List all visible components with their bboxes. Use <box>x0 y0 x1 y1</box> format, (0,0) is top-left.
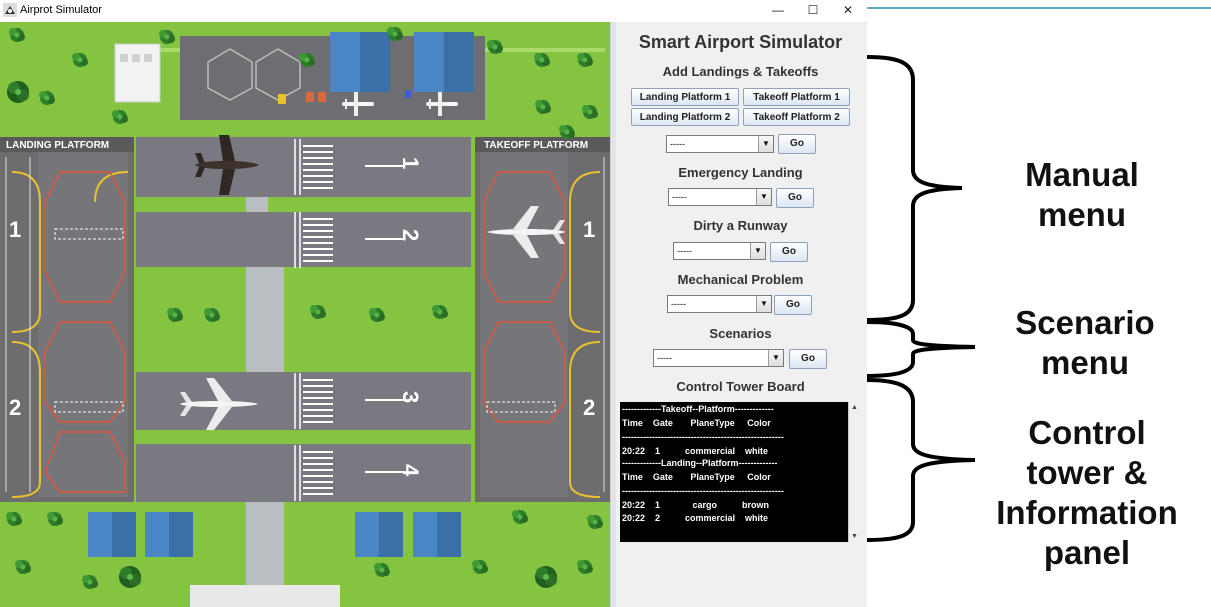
manual-menu-label: Manual menu <box>1025 156 1139 233</box>
manual-menu-brace <box>867 55 963 322</box>
maximize-button[interactable]: ☐ <box>795 0 831 22</box>
board-line: Time Gate PlaneType Color <box>622 472 771 482</box>
mechanical-combo[interactable]: ----- ▼ <box>667 295 772 313</box>
control-tower-label: Control tower & Information panel <box>996 414 1178 571</box>
app-icon <box>3 3 17 17</box>
dirty-heading: Dirty a Runway <box>693 218 788 233</box>
board-line: -------------Takeoff--Platform----------… <box>622 404 774 414</box>
takeoff-platform-1-button[interactable]: Takeoff Platform 1 <box>743 88 850 106</box>
mechanical-combo-value: ----- <box>671 299 686 309</box>
landing-platform-1-button[interactable]: Landing Platform 1 <box>631 88 739 106</box>
dirty-go-button[interactable]: Go <box>770 242 808 262</box>
mechanical-go-button[interactable]: Go <box>774 295 812 315</box>
emergency-go-button[interactable]: Go <box>776 188 814 208</box>
board-line: ----------------------------------------… <box>622 432 784 442</box>
add-go-button[interactable]: Go <box>778 134 816 154</box>
annotation-area: Manual menu Scenario menu Control tower … <box>867 0 1211 607</box>
airport-simulator-window: Airprot Simulator — ☐ ✕ 1 2 3 4 LANDING … <box>0 0 867 607</box>
takeoff-gate-2: 2 <box>583 395 595 420</box>
scenarios-heading: Scenarios <box>709 326 772 341</box>
landing-gate-1: 1 <box>9 217 21 242</box>
landing-platform-label: LANDING PLATFORM <box>6 140 109 151</box>
scenarios-go-button[interactable]: Go <box>789 349 827 369</box>
board-line: ----------------------------------------… <box>622 486 784 496</box>
scenario-menu-brace <box>867 320 976 378</box>
scenario-menu-label: Scenario menu <box>1015 304 1155 381</box>
panel-title: Smart Airport Simulator <box>638 32 843 52</box>
emergency-combo-value: ----- <box>672 192 687 202</box>
emergency-heading: Emergency Landing <box>678 165 803 180</box>
add-combo-value: ----- <box>670 139 685 149</box>
landing-platform <box>0 137 134 502</box>
takeoff-platform-label: TAKEOFF PLATFORM <box>484 140 588 151</box>
chevron-down-icon: ▼ <box>768 350 783 366</box>
board-line: Time Gate PlaneType Color <box>622 418 771 428</box>
board-line: 20:22 1 commercial white <box>622 446 769 456</box>
dirty-combo[interactable]: ----- ▼ <box>673 242 766 260</box>
scenarios-combo[interactable]: ----- ▼ <box>653 349 784 367</box>
emergency-combo[interactable]: ----- ▼ <box>668 188 772 206</box>
add-heading: Add Landings & Takeoffs <box>662 64 819 79</box>
board-scrollbar[interactable]: ▲ ▼ <box>848 402 860 542</box>
runway-number-4: 4 <box>398 464 423 477</box>
chevron-down-icon: ▼ <box>756 189 771 205</box>
landing-gate-2: 2 <box>9 395 21 420</box>
takeoff-platform-2-button[interactable]: Takeoff Platform 2 <box>743 108 850 126</box>
chevron-down-icon: ▼ <box>758 136 773 152</box>
dirty-combo-value: ----- <box>677 246 692 256</box>
window-title: Airprot Simulator <box>20 4 102 16</box>
takeoff-platform <box>475 137 610 502</box>
scroll-up-icon[interactable]: ▲ <box>849 402 860 413</box>
runway-number-2: 2 <box>398 229 423 241</box>
minimize-button[interactable]: — <box>760 0 796 22</box>
board-line: -------------Landing--Platform----------… <box>622 458 778 468</box>
runway-number-3: 3 <box>398 391 423 403</box>
scroll-down-icon[interactable]: ▼ <box>849 531 860 542</box>
mechanical-heading: Mechanical Problem <box>677 272 804 287</box>
landing-platform-2-button[interactable]: Landing Platform 2 <box>631 108 739 126</box>
terminal-building <box>114 43 161 103</box>
takeoff-gate-1: 1 <box>583 217 595 242</box>
board-line: 20:22 2 commercial white <box>622 513 769 523</box>
chevron-down-icon: ▼ <box>750 243 765 259</box>
add-combo[interactable]: ----- ▼ <box>666 135 774 153</box>
control-tower-board[interactable]: -------------Takeoff--Platform----------… <box>620 402 860 542</box>
board-line: 20:22 1 cargo brown <box>622 500 770 510</box>
board-heading: Control Tower Board <box>676 379 805 394</box>
airport-map: 1 2 3 4 LANDING PLATFORM 1 2 TAKEOFF PLA… <box>0 22 610 607</box>
title-bar: Airprot Simulator — ☐ ✕ <box>0 0 867 23</box>
close-button[interactable]: ✕ <box>830 0 866 22</box>
runway-number-1: 1 <box>398 157 423 169</box>
control-panel: Smart Airport Simulator Add Landings & T… <box>616 22 865 607</box>
scenarios-combo-value: ----- <box>657 353 672 363</box>
control-panel-brace <box>867 378 976 542</box>
chevron-down-icon: ▼ <box>756 296 771 312</box>
